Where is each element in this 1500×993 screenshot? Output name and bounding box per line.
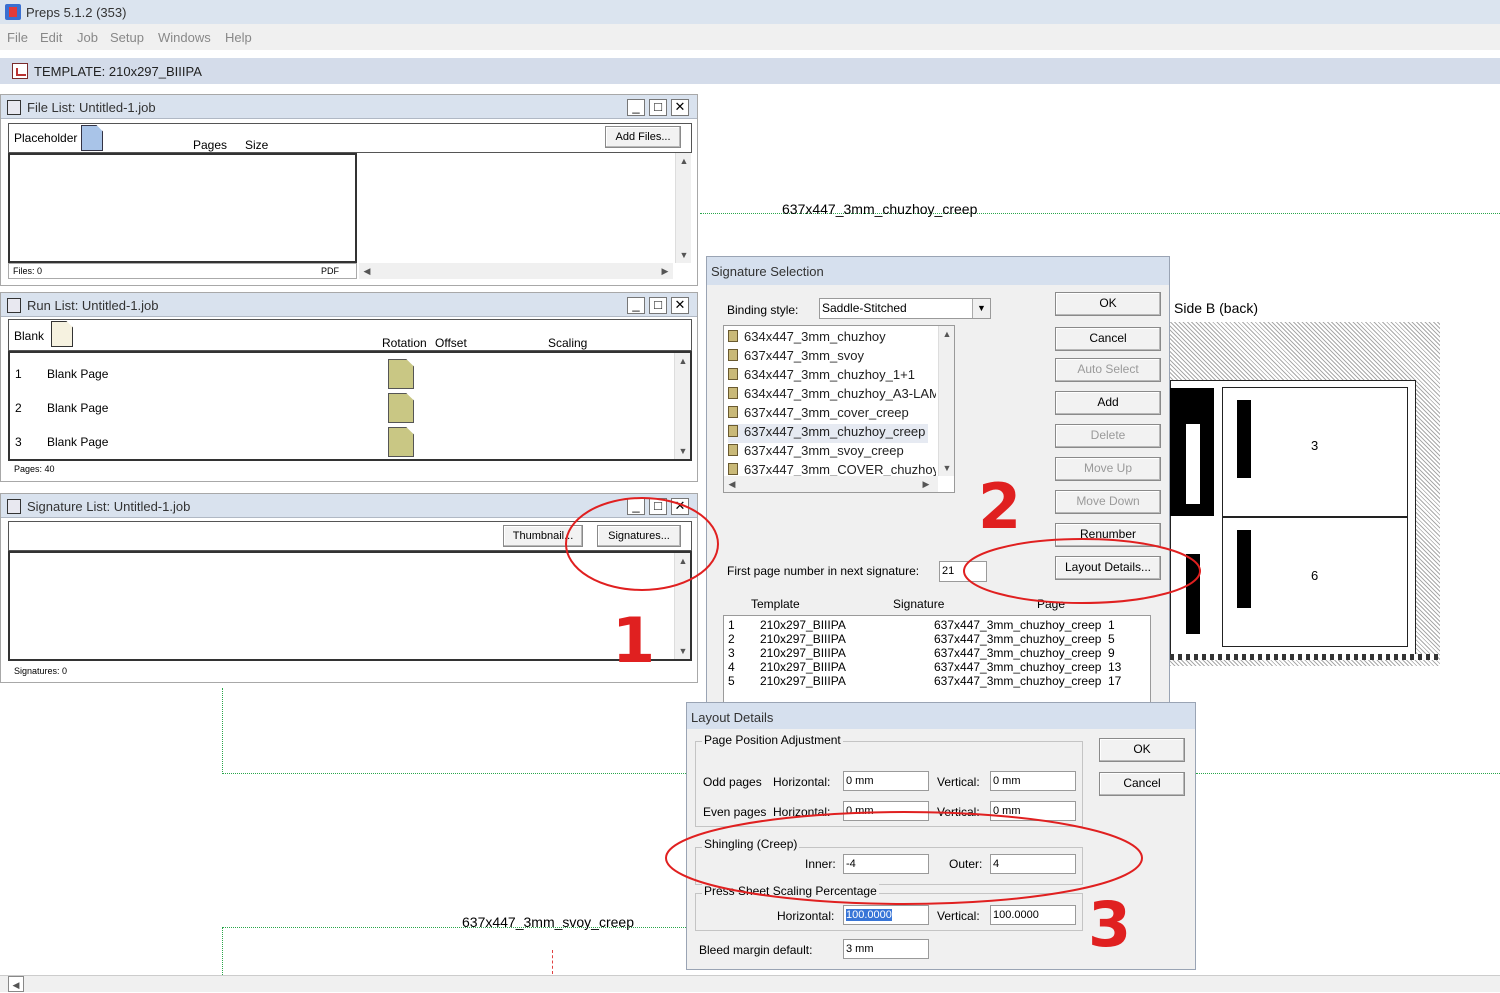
annotation-circle-3	[665, 811, 1143, 905]
annotation-circle-1	[565, 497, 719, 591]
annotation-overlay	[565, 497, 1201, 905]
annotation-circle-2	[963, 538, 1201, 604]
annotation-number-1: 1	[612, 604, 656, 677]
annotation-number-2: 2	[978, 470, 1022, 543]
annotation-number-3: 3	[1088, 888, 1132, 961]
